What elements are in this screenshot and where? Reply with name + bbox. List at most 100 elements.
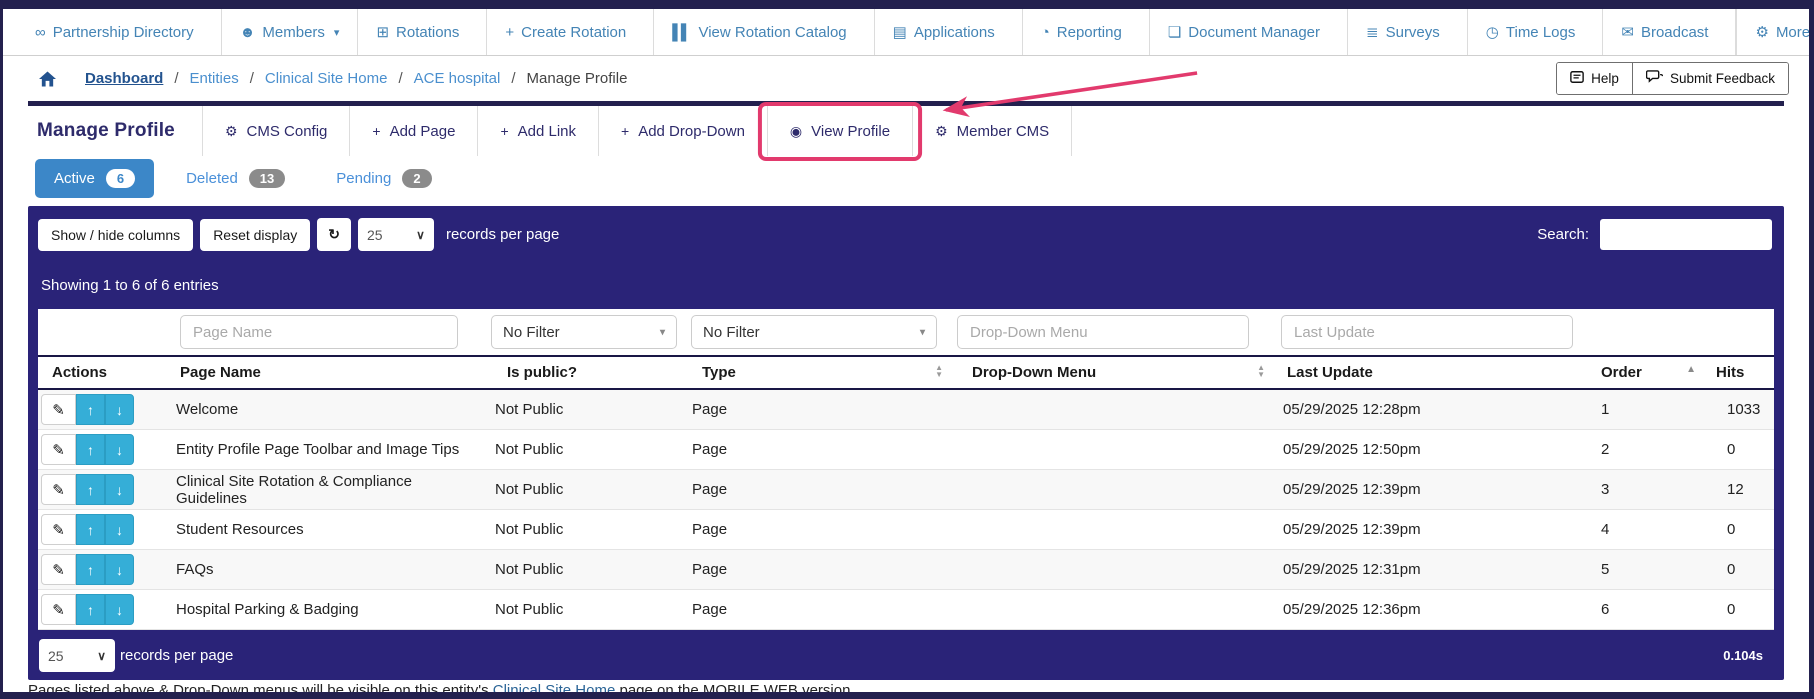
cell-type: Page xyxy=(681,481,957,498)
edit-button[interactable]: ✎ xyxy=(41,394,76,425)
nav-item-label: Partnership Directory xyxy=(53,24,194,41)
toolbar-button[interactable]: + Add Drop-Down xyxy=(598,106,767,156)
nav-item[interactable]: ◷ Time Logs xyxy=(1468,9,1604,55)
move-down-button[interactable]: ↓ xyxy=(105,514,134,545)
breadcrumb-link[interactable]: Clinical Site Home xyxy=(265,70,388,87)
breadcrumb-link[interactable]: Manage Profile xyxy=(527,70,628,87)
arrow-down-icon: ↓ xyxy=(116,442,123,458)
page-size-select[interactable]: 25 ∨ xyxy=(358,218,434,251)
cell-last-update: 05/29/2025 12:36pm xyxy=(1281,601,1591,618)
drop-down-menu-filter-input[interactable] xyxy=(957,315,1249,349)
help-button[interactable]: Help xyxy=(1557,63,1632,94)
type-filter-select[interactable]: No Filter ▾ xyxy=(691,315,937,349)
column-header-order[interactable]: Order ▲ xyxy=(1591,364,1706,381)
chevron-down-icon: ▾ xyxy=(660,327,665,338)
nav-item[interactable]: ✉ Broadcast xyxy=(1603,9,1736,55)
row-action-buttons: ✎ ↑ ↓ xyxy=(41,514,166,545)
cell-page-name: Welcome xyxy=(166,401,486,418)
move-down-button[interactable]: ↓ xyxy=(105,594,134,625)
row-action-buttons: ✎ ↑ ↓ xyxy=(41,394,166,425)
chevron-down-icon: ▾ xyxy=(920,327,925,338)
page-name-filter-input[interactable] xyxy=(180,315,458,349)
breadcrumb-item: / ACE hospital xyxy=(387,70,500,87)
is-public-filter-select[interactable]: No Filter ▾ xyxy=(491,315,677,349)
move-down-button[interactable]: ↓ xyxy=(105,394,134,425)
toolbar-button[interactable]: + Add Page xyxy=(349,106,477,156)
app-window: ∞ Partnership Directory ☻ Members ▾ ⊞ Ro… xyxy=(0,0,1814,699)
breadcrumb-link[interactable]: Entities xyxy=(190,70,239,87)
breadcrumb-separator: / xyxy=(174,70,178,87)
nav-item[interactable]: ◔ Reporting xyxy=(1023,9,1150,55)
nav-item[interactable]: ▤ Applications xyxy=(875,9,1023,55)
search-input[interactable] xyxy=(1600,219,1772,250)
nav-item[interactable]: ≣ Surveys xyxy=(1348,9,1468,55)
arrow-up-icon: ↑ xyxy=(87,562,94,578)
breadcrumb-row: Dashboard / Entities / Clinical Site Hom… xyxy=(3,56,1809,101)
nav-item[interactable]: ☻ Members ▾ xyxy=(222,9,359,55)
page-size-select-bottom[interactable]: 25 ∨ xyxy=(39,639,115,672)
reset-display-button[interactable]: Reset display xyxy=(200,219,310,251)
move-up-button[interactable]: ↑ xyxy=(76,514,105,545)
arrow-up-icon: ↑ xyxy=(87,602,94,618)
column-header-type[interactable]: Type ▲▼ xyxy=(681,364,957,381)
toolbar-button-label: CMS Config xyxy=(247,123,328,140)
move-down-button[interactable]: ↓ xyxy=(105,474,134,505)
cell-is-public: Not Public xyxy=(486,401,681,418)
table-header-row: Actions Page Name Is public? Type ▲▼ Dro… xyxy=(38,355,1774,390)
toolbar-button[interactable]: ⚙ CMS Config xyxy=(202,106,349,156)
column-header-page-name[interactable]: Page Name xyxy=(166,364,486,381)
move-up-button[interactable]: ↑ xyxy=(76,554,105,585)
nav-item-icon: ▤ xyxy=(893,23,905,41)
nav-item[interactable]: + Create Rotation xyxy=(487,9,654,55)
tab[interactable]: Active 6 xyxy=(35,159,154,198)
move-up-button[interactable]: ↑ xyxy=(76,394,105,425)
nav-item-icon: ⊞ xyxy=(376,23,387,41)
breadcrumb-separator: / xyxy=(250,70,254,87)
edit-button[interactable]: ✎ xyxy=(41,514,76,545)
filter-row: No Filter ▾ No Filter ▾ xyxy=(38,309,1774,355)
header-button-group: Help Submit Feedback xyxy=(1556,62,1789,95)
breadcrumb-link[interactable]: Dashboard xyxy=(85,70,163,87)
tab[interactable]: Deleted 13 xyxy=(167,159,304,198)
edit-button[interactable]: ✎ xyxy=(41,434,76,465)
toolbar-button[interactable]: ⚙ Member CMS xyxy=(912,106,1072,156)
tab[interactable]: Pending 2 xyxy=(317,159,450,198)
data-table: No Filter ▾ No Filter ▾ Ac xyxy=(38,309,1774,630)
move-up-button[interactable]: ↑ xyxy=(76,434,105,465)
nav-item[interactable]: ▌▌ View Rotation Catalog xyxy=(654,9,874,55)
help-label: Help xyxy=(1591,71,1619,86)
column-header-is-public[interactable]: Is public? xyxy=(486,364,681,381)
breadcrumb-link[interactable]: ACE hospital xyxy=(414,70,501,87)
nav-item[interactable]: ❏ Document Manager xyxy=(1150,9,1348,55)
tab-count-badge: 2 xyxy=(402,169,431,188)
move-up-button[interactable]: ↑ xyxy=(76,474,105,505)
submit-feedback-button[interactable]: Submit Feedback xyxy=(1632,63,1788,94)
edit-button[interactable]: ✎ xyxy=(41,474,76,505)
last-update-filter-input[interactable] xyxy=(1281,315,1573,349)
move-down-button[interactable]: ↓ xyxy=(105,434,134,465)
nav-item-more[interactable]: ⚙ More ▾ xyxy=(1737,9,1814,55)
column-header-label: Order xyxy=(1601,364,1642,381)
move-up-button[interactable]: ↑ xyxy=(76,594,105,625)
toolbar-button[interactable]: ◉ View Profile xyxy=(767,106,912,156)
cell-last-update: 05/29/2025 12:39pm xyxy=(1281,521,1591,538)
nav-item[interactable]: ∞ Partnership Directory xyxy=(17,9,222,55)
column-header-drop-down-menu[interactable]: Drop-Down Menu ▲▼ xyxy=(957,364,1281,381)
cell-order: 6 xyxy=(1591,601,1706,618)
edit-button[interactable]: ✎ xyxy=(41,554,76,585)
nav-item-label: Document Manager xyxy=(1188,24,1320,41)
show-hide-columns-button[interactable]: Show / hide columns xyxy=(38,219,193,251)
column-header-last-update[interactable]: Last Update xyxy=(1281,364,1591,381)
cell-page-name: Student Resources xyxy=(166,521,486,538)
move-down-button[interactable]: ↓ xyxy=(105,554,134,585)
bottom-note-link[interactable]: Clinical Site Home xyxy=(493,682,616,698)
chevron-down-icon: ∨ xyxy=(416,228,425,242)
toolbar-button[interactable]: + Add Link xyxy=(477,106,598,156)
edit-button[interactable]: ✎ xyxy=(41,594,76,625)
cell-page-name: Clinical Site Rotation & Compliance Guid… xyxy=(166,473,486,507)
refresh-button[interactable]: ↻ xyxy=(317,218,351,251)
cell-page-name: Hospital Parking & Badging xyxy=(166,601,486,618)
toolbar-button-label: Add Link xyxy=(518,123,576,140)
nav-item[interactable]: ⊞ Rotations xyxy=(358,9,487,55)
column-header-hits[interactable]: Hits xyxy=(1706,364,1774,381)
